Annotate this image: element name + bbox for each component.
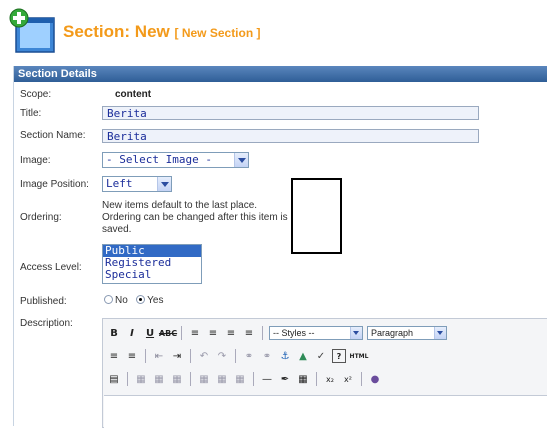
description-editor: B I U ABC ≡ ≡ ≡ ≡ -- Styles -- Paragraph… <box>102 318 547 436</box>
scope-label: Scope: <box>20 89 52 100</box>
underline-icon[interactable]: U <box>143 326 157 340</box>
align-left-icon[interactable]: ≡ <box>188 326 202 340</box>
align-center-icon[interactable]: ≡ <box>206 326 220 340</box>
published-label: Published: <box>20 296 67 307</box>
toolbar-separator <box>235 349 236 363</box>
toolbar-separator <box>253 372 254 386</box>
image-position-select[interactable]: Left <box>102 176 172 192</box>
insert-row-after-icon[interactable]: ▦ <box>170 372 184 386</box>
italic-icon[interactable]: I <box>125 326 139 340</box>
access-option-special[interactable]: Special <box>103 269 201 281</box>
section-name-label: Section Name: <box>20 130 86 141</box>
published-no-radio[interactable] <box>104 295 113 304</box>
row-props-icon[interactable]: ▦ <box>134 372 148 386</box>
strikethrough-icon[interactable]: ABC <box>159 326 177 340</box>
scope-value: content <box>115 89 152 100</box>
section-details-panel: Section Details Scope: content Title: Be… <box>13 66 547 436</box>
delete-row-icon[interactable]: ▦ <box>197 372 211 386</box>
chevron-down-icon <box>434 327 446 339</box>
superscript-icon[interactable]: x² <box>341 372 355 386</box>
image-position-label: Image Position: <box>20 179 89 190</box>
editor-toolbar-row-2: ≡ ≡ ⇤ ⇥ ↶ ↷ ⚭ ⚭ ⚓ ▲ ✓ ? HTML <box>107 346 368 366</box>
align-justify-icon[interactable]: ≡ <box>242 326 256 340</box>
horizontal-rule-icon[interactable]: — <box>260 372 274 386</box>
toolbar-separator <box>127 372 128 386</box>
ordering-label: Ordering: <box>20 212 62 223</box>
editor-content-area[interactable] <box>104 395 547 436</box>
chevron-down-icon <box>234 153 248 167</box>
unlink-icon[interactable]: ⚭ <box>260 349 274 363</box>
bullet-list-icon[interactable]: ≡ <box>107 349 121 363</box>
link-icon[interactable]: ⚭ <box>242 349 256 363</box>
format-select-value: Paragraph <box>371 328 414 338</box>
toolbar-separator <box>316 372 317 386</box>
published-yes-label: Yes <box>147 295 164 306</box>
published-yes-radio[interactable] <box>136 295 146 304</box>
redo-icon[interactable]: ↷ <box>215 349 229 363</box>
access-level-label: Access Level: <box>20 262 82 273</box>
undo-icon[interactable]: ↶ <box>197 349 211 363</box>
title-label: Title: <box>20 108 42 119</box>
page-title: Section: New [ New Section ] <box>63 22 261 41</box>
image-select-value: - Select Image - <box>106 153 212 166</box>
section-name-input[interactable]: Berita <box>102 129 479 143</box>
toolbar-separator <box>262 326 263 340</box>
page-subtitle: [ New Section ] <box>174 26 261 40</box>
align-right-icon[interactable]: ≡ <box>224 326 238 340</box>
styles-select-value: -- Styles -- <box>273 328 315 338</box>
page-header: Section: New [ New Section ] <box>0 0 547 60</box>
subscript-icon[interactable]: x₂ <box>323 372 337 386</box>
image-icon[interactable]: ▲ <box>296 349 310 363</box>
editor-toolbar-row-1: B I U ABC ≡ ≡ ≡ ≡ -- Styles -- Paragraph <box>107 323 447 343</box>
toolbar-separator <box>361 372 362 386</box>
outdent-icon[interactable]: ⇤ <box>152 349 166 363</box>
numbered-list-icon[interactable]: ≡ <box>125 349 139 363</box>
anchor-icon[interactable]: ⚓ <box>278 349 292 363</box>
chevron-down-icon <box>350 327 362 339</box>
bold-icon[interactable]: B <box>107 326 121 340</box>
panel-title: Section Details <box>14 66 547 82</box>
chevron-down-icon <box>157 177 171 191</box>
styles-select[interactable]: -- Styles -- <box>269 326 363 340</box>
toolbar-separator <box>190 349 191 363</box>
page-title-mode: New <box>134 22 170 41</box>
toolbar-separator <box>181 326 182 340</box>
add-section-icon <box>9 8 55 53</box>
toolbar-separator <box>190 372 191 386</box>
format-select[interactable]: Paragraph <box>367 326 447 340</box>
title-input[interactable]: Berita <box>102 106 479 120</box>
access-level-listbox[interactable]: Public Registered Special <box>102 244 202 284</box>
insert-col-icon[interactable]: ▦ <box>215 372 229 386</box>
visual-aid-icon[interactable]: ▦ <box>296 372 310 386</box>
editor-toolbar-row-3: ▤ ▦ ▦ ▦ ▦ ▦ ▦ — ✒ ▦ x₂ x² ● <box>107 369 382 389</box>
remove-format-icon[interactable]: ✒ <box>278 372 292 386</box>
cleanup-icon[interactable]: ✓ <box>314 349 328 363</box>
image-preview <box>291 178 342 254</box>
delete-col-icon[interactable]: ▦ <box>233 372 247 386</box>
ordering-note: New items default to the last place. Ord… <box>102 200 288 235</box>
insert-row-before-icon[interactable]: ▦ <box>152 372 166 386</box>
published-radio-group: No Yes <box>104 295 163 306</box>
html-source-icon[interactable]: HTML <box>350 349 369 363</box>
image-position-value: Left <box>106 177 133 190</box>
description-label: Description: <box>20 318 73 329</box>
help-icon[interactable]: ? <box>332 349 346 363</box>
special-char-icon[interactable]: ● <box>368 372 382 386</box>
table-icon[interactable]: ▤ <box>107 372 121 386</box>
published-no-label: No <box>115 295 128 306</box>
image-select[interactable]: - Select Image - <box>102 152 249 168</box>
image-label: Image: <box>20 155 51 166</box>
indent-icon[interactable]: ⇥ <box>170 349 184 363</box>
toolbar-separator <box>145 349 146 363</box>
